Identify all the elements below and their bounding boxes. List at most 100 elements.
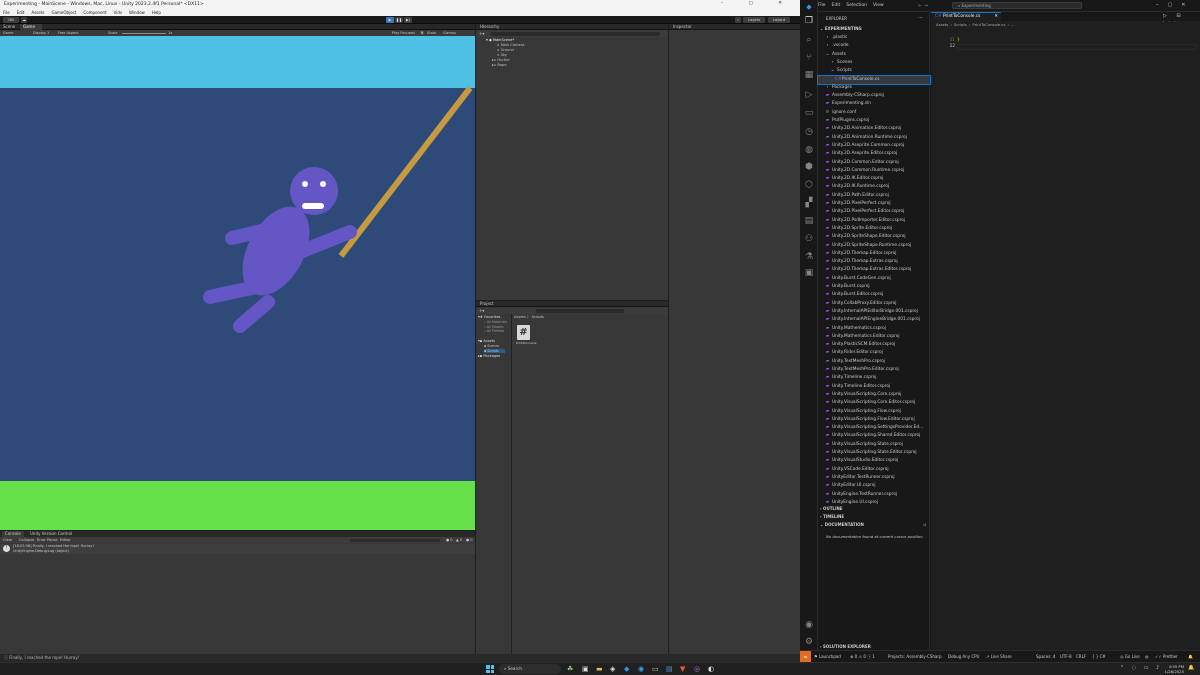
timeline-section[interactable]: › TIMELINE — [820, 514, 928, 519]
tasks-icon[interactable]: ▣ — [804, 268, 814, 278]
editor-tab-active[interactable]: C# PrintToConsole.cs ✕ — [931, 12, 1001, 21]
file-tree-item[interactable]: ▰ Unity.2D.IK.Runtime.csproj — [818, 183, 930, 191]
file-tree-item[interactable]: ▰ Unity.2D.IK.Editor.csproj — [818, 175, 930, 183]
play-button[interactable]: ▶ — [386, 17, 394, 23]
close-tab-icon[interactable]: ✕ — [994, 13, 998, 21]
menu-file[interactable]: File — [818, 3, 826, 8]
file-tree-item[interactable]: ⌄ Scripts — [818, 67, 930, 75]
outline-section[interactable]: › OUTLINE — [820, 506, 928, 511]
hierarchy-tab[interactable]: Hierarchy — [476, 24, 668, 30]
step-button[interactable]: ▶| — [404, 17, 412, 23]
hierarchy-item[interactable]: ▫ Main Camera — [497, 43, 524, 47]
editor-actions[interactable]: ▷ ⊟ ··· — [1163, 13, 1200, 25]
file-tree-item[interactable]: ⌄ Assets — [818, 51, 930, 59]
layout-dropdown[interactable]: Layout — [768, 17, 790, 23]
error-pause-button[interactable]: Error Pause — [37, 537, 57, 543]
line-ending[interactable]: CRLF — [1076, 651, 1086, 662]
error-count[interactable]: ● 0 — [466, 537, 473, 543]
menu-view[interactable]: View — [873, 3, 884, 8]
file-tree-item[interactable]: ▰ Unity.Mathematics.Editor.csproj — [818, 333, 930, 341]
go-live-button[interactable]: ◎ Go Live — [1120, 651, 1140, 662]
file-tree-item[interactable]: ▰ Unity.2D.Tilemap.Extras.csproj — [818, 258, 930, 266]
file-tree-item[interactable]: ▰ Unity.2D.Animation.Runtime.csproj — [818, 134, 930, 142]
breadcrumb-scripts[interactable]: Scripts — [532, 315, 544, 319]
settings-gear-icon[interactable]: ⚙ — [804, 637, 814, 647]
account-button[interactable]: UN — [3, 17, 19, 23]
file-tree-item[interactable]: ▰ Unity.VisualScripting.Core.Editor.cspro… — [818, 399, 930, 407]
project-tab[interactable]: Project — [476, 301, 668, 307]
encoding[interactable]: UTF-8 — [1060, 651, 1072, 662]
current-line-highlight[interactable] — [957, 44, 1197, 50]
source-control-icon[interactable]: ⑂ — [804, 53, 814, 63]
app-icon[interactable]: ◎ — [694, 665, 700, 673]
console-log-entry[interactable]: ! [18:03:38] Finally, I reached the rope… — [0, 544, 475, 554]
file-tree-item[interactable]: ▰ Unity.PlasticSCM.Editor.csproj — [818, 341, 930, 349]
vscode-taskbar-icon[interactable]: ◆ — [624, 665, 629, 673]
workspace-root[interactable]: ⌄ EXPERIMENTING — [820, 26, 862, 31]
breadcrumb-assets[interactable]: Assets — [936, 22, 948, 27]
project-search-input[interactable] — [536, 309, 624, 313]
window-controls[interactable]: – ▢ ✕ — [721, 1, 794, 6]
window-controls[interactable]: –▢✕ — [1156, 2, 1194, 8]
favorites-child[interactable]: ⌕ All Models — [484, 325, 504, 329]
testing-icon[interactable]: ⚗ — [804, 252, 814, 262]
file-tree-item[interactable]: ▰ UnityEngine.TestRunner.csproj — [818, 491, 930, 499]
editor-dropdown[interactable]: Editor — [60, 537, 71, 543]
favorites-item[interactable]: ▾★ Favorites — [478, 315, 500, 319]
run-debug-icon[interactable]: ▷ — [804, 90, 814, 100]
console-search-input[interactable] — [350, 538, 440, 542]
launchpad-button[interactable]: ⚑ Launchpad — [814, 651, 841, 662]
file-tree-item[interactable]: ▰ Unity.CollabProxy.Editor.csproj — [818, 300, 930, 308]
breadcrumb-file[interactable]: PrintToConsole.cs — [972, 22, 1005, 27]
file-tree-item[interactable]: ▰ Unity.2D.Common.Editor.csproj — [818, 159, 930, 167]
breadcrumb-symbol[interactable]: ... — [1011, 22, 1015, 27]
more-icon[interactable]: ··· — [918, 15, 923, 21]
file-tree-item[interactable]: ▰ Unity.2D.Path.Editor.csproj — [818, 192, 930, 200]
folder-item-selected[interactable]: ▪ Scripts — [484, 348, 505, 353]
file-tree-item[interactable]: ▰ Unity.2D.PixelPerfect.csproj — [818, 200, 930, 208]
file-tree-item[interactable]: › Packages — [818, 84, 930, 92]
language-mode[interactable]: { } C# — [1092, 651, 1106, 662]
file-explorer-icon[interactable]: ▬ — [596, 665, 603, 673]
breadcrumb-assets[interactable]: Assets — [514, 315, 526, 319]
file-tree-item[interactable]: ▰ UnityEditor.UI.csproj — [818, 482, 930, 490]
taskbar-search-box[interactable]: ⌕ Search — [499, 664, 561, 674]
build-config[interactable]: Debug Any CPU — [948, 651, 979, 662]
clock[interactable]: 4:55 PM 1/28/2025 — [1150, 664, 1184, 674]
notification-bell-icon[interactable]: 🔔 — [1188, 665, 1194, 671]
hierarchy-item[interactable]: ▸▫ Hurtler — [492, 58, 510, 62]
file-tree-item[interactable]: ▰ Unity.2D.Common.Runtime.csproj — [818, 167, 930, 175]
search-icon[interactable]: ⌕ — [735, 17, 741, 23]
file-tree-item[interactable]: ▰ UnityEditor.TestRunner.csproj — [818, 474, 930, 482]
favorites-child[interactable]: ⌕ All Materials — [484, 320, 507, 324]
file-tree-item[interactable]: ▰ Unity.2D.Aseprite.Common.csproj — [818, 142, 930, 150]
hierarchy-search-input[interactable] — [490, 32, 660, 36]
file-tree-item[interactable]: ▰ Unity.Rider.Editor.csproj — [818, 349, 930, 357]
log-count[interactable]: ● 0 — [446, 537, 453, 543]
menu-selection[interactable]: Selection — [846, 3, 867, 8]
file-tree-item[interactable]: › Scenes — [818, 59, 930, 67]
breadcrumb-scripts[interactable]: Scripts — [954, 22, 967, 27]
file-tree-item[interactable]: ▰ Unity.Timeline.Editor.csproj — [818, 383, 930, 391]
file-tree-item[interactable]: › .plastic — [818, 34, 930, 42]
checklist-icon[interactable]: ▤ — [804, 216, 814, 226]
liveshare-icon[interactable]: ⬡ — [804, 180, 814, 190]
copilot-icon[interactable]: ◍ — [804, 145, 814, 155]
menu-edit[interactable]: Edit — [832, 3, 841, 8]
file-tree-item[interactable]: ▰ Unity.2D.Aseprite.Editor.csproj — [818, 150, 930, 158]
file-tree-item[interactable]: ▰ Unity.2D.Tilemap.Editor.csproj — [818, 250, 930, 258]
app-icon[interactable]: ◐ — [708, 665, 714, 673]
collapse-button[interactable]: Collapse — [19, 537, 34, 543]
file-tree-item[interactable]: ▰ Unity.InternalAPIEngineBridge.001.cspro… — [818, 316, 930, 324]
remote-icon[interactable]: ▭ — [804, 108, 814, 118]
file-tree-item[interactable]: ▰ Unity.Mathematics.csproj — [818, 325, 930, 333]
brave-icon[interactable]: ▼ — [680, 665, 685, 673]
file-tree-item[interactable]: ▰ Unity.Burst.CodeGen.csproj — [818, 275, 930, 283]
file-tree-item[interactable]: ▰ Unity.2D.PixelPerfect.Editor.csproj — [818, 208, 930, 216]
edge-icon[interactable]: ◉ — [638, 665, 644, 673]
nav-arrows[interactable]: ← → — [918, 3, 928, 9]
timeline-icon[interactable]: ◷ — [804, 127, 814, 137]
file-tree-item[interactable]: ▰ Unity.VisualScripting.Shared.Editor.csp… — [818, 432, 930, 440]
solution-explorer-section[interactable]: › SOLUTION EXPLORER — [820, 644, 928, 649]
tree-icon[interactable]: ⚇ — [804, 234, 814, 244]
